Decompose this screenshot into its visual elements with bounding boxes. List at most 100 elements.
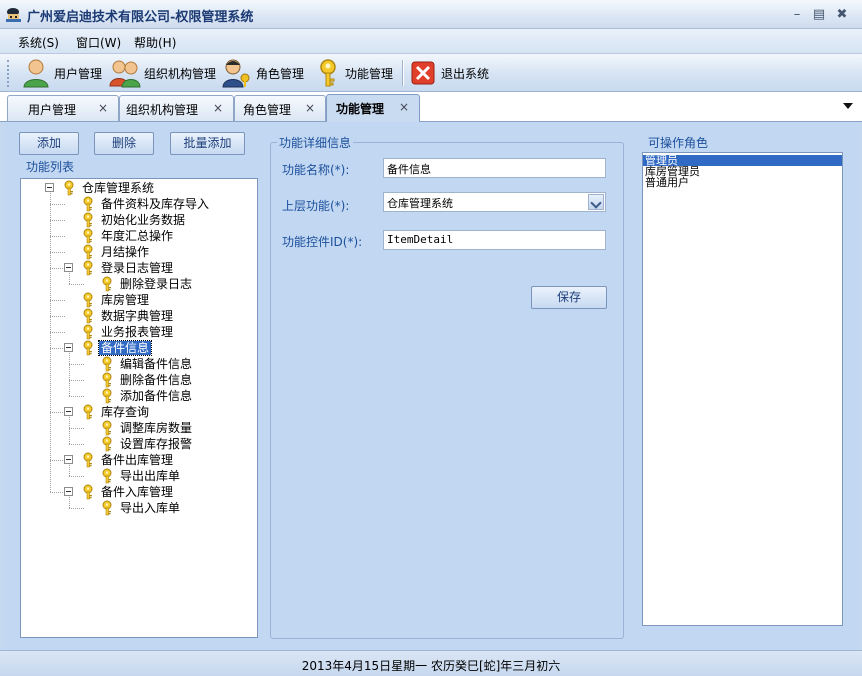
tree-connector-line bbox=[50, 460, 65, 461]
tree-node[interactable]: 编辑备件信息 bbox=[99, 356, 194, 372]
tree-node[interactable]: 数据字典管理 bbox=[80, 308, 175, 324]
tab-close-icon[interactable]: × bbox=[213, 101, 223, 115]
toolbar: 用户管理 组织机构管理 角色管理 功能管理 退出系统 bbox=[0, 53, 862, 92]
tab-function-management[interactable]: 功能管理 × bbox=[326, 94, 420, 122]
maximize-button[interactable]: ▤ bbox=[808, 5, 830, 24]
tree-node-label: 备件入库管理 bbox=[101, 485, 174, 499]
tree-node[interactable]: 库存查询 bbox=[80, 404, 151, 420]
parent-function-select[interactable]: 仓库管理系统 bbox=[383, 192, 606, 212]
toolbar-grip[interactable] bbox=[7, 60, 11, 87]
toolbar-user-label: 用户管理 bbox=[54, 66, 103, 81]
tree-node[interactable]: 删除备件信息 bbox=[99, 372, 194, 388]
detail-title: 功能详细信息 bbox=[277, 134, 354, 151]
batch-add-button[interactable]: 批量添加 bbox=[170, 132, 245, 155]
tab-user-management[interactable]: 用户管理 × bbox=[7, 95, 119, 121]
tree-collapse-icon[interactable] bbox=[64, 263, 73, 272]
save-button[interactable]: 保存 bbox=[531, 286, 607, 309]
tree-node[interactable]: 登录日志管理 bbox=[80, 260, 175, 276]
toolbar-role-label: 角色管理 bbox=[256, 66, 305, 81]
control-id-label: 功能控件ID(*): bbox=[282, 235, 363, 249]
minimize-button[interactable]: – bbox=[786, 5, 808, 24]
menu-help[interactable]: 帮助(H) bbox=[134, 34, 176, 51]
tree-collapse-icon[interactable] bbox=[64, 487, 73, 496]
tree-node-label: 登录日志管理 bbox=[101, 261, 174, 275]
tree-node-label: 添加备件信息 bbox=[120, 389, 193, 403]
exit-icon bbox=[411, 61, 435, 85]
toolbar-func-button[interactable]: 功能管理 bbox=[314, 57, 393, 89]
key-icon bbox=[80, 452, 96, 468]
tree-collapse-icon[interactable] bbox=[64, 407, 73, 416]
toolbar-func-label: 功能管理 bbox=[345, 66, 394, 81]
tree-connector-line bbox=[69, 444, 84, 445]
tree-node[interactable]: 设置库存报警 bbox=[99, 436, 194, 452]
close-button[interactable]: ✖ bbox=[831, 5, 853, 24]
tree-node[interactable]: 库房管理 bbox=[80, 292, 151, 308]
tree-node-label: 编辑备件信息 bbox=[120, 357, 193, 371]
tree-node[interactable]: 备件信息 bbox=[80, 340, 153, 356]
tree-node[interactable]: 调整库房数量 bbox=[99, 420, 194, 436]
tab-role-management[interactable]: 角色管理 × bbox=[234, 95, 326, 121]
function-name-input[interactable]: 备件信息 bbox=[383, 158, 606, 178]
tree-collapse-icon[interactable] bbox=[64, 343, 73, 352]
tree-node[interactable]: 初始化业务数据 bbox=[80, 212, 187, 228]
tree-node[interactable]: 备件出库管理 bbox=[80, 452, 175, 468]
add-button[interactable]: 添加 bbox=[19, 132, 79, 155]
tree-node-label: 备件信息 bbox=[97, 340, 153, 356]
tab-close-icon[interactable]: × bbox=[399, 100, 409, 114]
roles-list[interactable]: 管理员 库房管理员 普通用户 bbox=[642, 152, 843, 626]
tree-connector-line bbox=[69, 476, 84, 477]
tree-node[interactable]: 仓库管理系统 bbox=[61, 180, 156, 196]
tab-list-dropdown-icon[interactable] bbox=[843, 103, 853, 109]
tree-node[interactable]: 添加备件信息 bbox=[99, 388, 194, 404]
tab-org-management[interactable]: 组织机构管理 × bbox=[119, 95, 234, 121]
tree-collapse-icon[interactable] bbox=[64, 455, 73, 464]
tree-node[interactable]: 删除登录日志 bbox=[99, 276, 194, 292]
tab-close-icon[interactable]: × bbox=[98, 101, 108, 115]
tree-node-label: 业务报表管理 bbox=[101, 325, 174, 339]
control-id-input[interactable]: ItemDetail bbox=[383, 230, 606, 250]
tab-label: 角色管理 bbox=[243, 103, 292, 117]
toolbar-exit-button[interactable]: 退出系统 bbox=[411, 57, 489, 89]
key-icon bbox=[80, 404, 96, 420]
detail-groupbox bbox=[270, 142, 624, 639]
title-bar: 广州爱启迪技术有限公司-权限管理系统 – ▤ ✖ bbox=[0, 0, 862, 29]
tree-node[interactable]: 导出出库单 bbox=[99, 468, 182, 484]
key-icon bbox=[80, 244, 96, 260]
toolbar-user-button[interactable]: 用户管理 bbox=[21, 57, 102, 89]
tree-connector-line bbox=[69, 364, 84, 365]
menu-bar: 系统(S) 窗口(W) 帮助(H) bbox=[0, 29, 862, 53]
tree-connector-line bbox=[50, 188, 51, 492]
tree-collapse-icon[interactable] bbox=[45, 183, 54, 192]
toolbar-separator bbox=[402, 60, 404, 86]
tree-node[interactable]: 导出入库单 bbox=[99, 500, 182, 516]
tree-connector-line bbox=[69, 284, 84, 285]
menu-system[interactable]: 系统(S) bbox=[18, 34, 59, 51]
tree-connector-line bbox=[50, 412, 65, 413]
tree-connector-line bbox=[50, 220, 65, 221]
tree-node[interactable]: 业务报表管理 bbox=[80, 324, 175, 340]
key-icon bbox=[99, 356, 115, 372]
function-list-title: 功能列表 bbox=[24, 158, 77, 175]
tree-node[interactable]: 备件资料及库存导入 bbox=[80, 196, 211, 212]
group-icon bbox=[109, 60, 141, 88]
tree-node[interactable]: 备件入库管理 bbox=[80, 484, 175, 500]
delete-button[interactable]: 删除 bbox=[94, 132, 154, 155]
tree-node[interactable]: 月结操作 bbox=[80, 244, 151, 260]
key-icon bbox=[99, 388, 115, 404]
tree-node-label: 设置库存报警 bbox=[120, 437, 193, 451]
key-icon bbox=[80, 228, 96, 244]
menu-window[interactable]: 窗口(W) bbox=[76, 34, 121, 51]
function-tree[interactable]: 仓库管理系统 备件资料及库存导入 初始化业务数据 年度汇总操作 月结操作 登录日志管理 删除… bbox=[20, 178, 258, 638]
toolbar-org-button[interactable]: 组织机构管理 bbox=[109, 57, 216, 89]
tab-close-icon[interactable]: × bbox=[305, 101, 315, 115]
key-icon bbox=[80, 212, 96, 228]
chevron-down-icon[interactable] bbox=[588, 194, 604, 210]
role-list-item[interactable]: 普通用户 bbox=[643, 177, 842, 188]
tree-connector-line bbox=[69, 508, 84, 509]
tree-node-label: 年度汇总操作 bbox=[101, 229, 174, 243]
parent-function-value: 仓库管理系统 bbox=[387, 197, 453, 210]
toolbar-role-button[interactable]: 角色管理 bbox=[221, 57, 304, 89]
tree-node[interactable]: 年度汇总操作 bbox=[80, 228, 175, 244]
roles-title: 可操作角色 bbox=[646, 134, 711, 151]
user-icon bbox=[23, 59, 49, 88]
